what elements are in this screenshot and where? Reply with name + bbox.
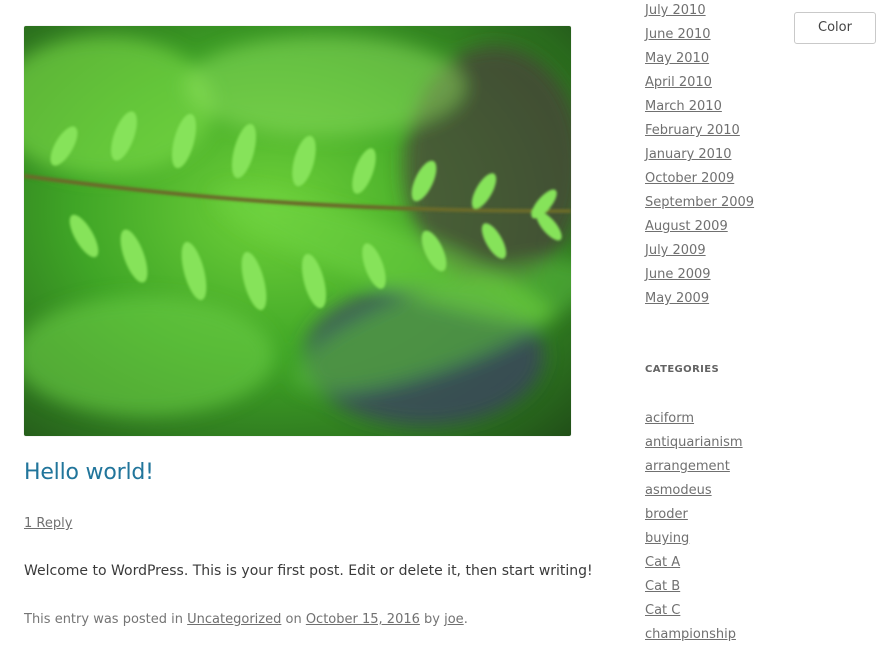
- archive-link[interactable]: July 2009: [645, 243, 706, 258]
- category-link[interactable]: asmodeus: [645, 483, 712, 498]
- entry-meta: This entry was posted in Uncategorized o…: [24, 612, 468, 627]
- archive-item: August 2009: [645, 218, 754, 242]
- post-content: Welcome to WordPress. This is your first…: [24, 563, 593, 579]
- archive-item: May 2010: [645, 50, 754, 74]
- archive-item: February 2010: [645, 122, 754, 146]
- category-link[interactable]: arrangement: [645, 459, 730, 474]
- archive-item: January 2010: [645, 146, 754, 170]
- archive-item: September 2009: [645, 194, 754, 218]
- category-item: championship: [645, 626, 743, 650]
- archive-item: March 2010: [645, 98, 754, 122]
- category-item: arrangement: [645, 458, 743, 482]
- categories-list: aciform antiquarianism arrangement asmod…: [645, 410, 743, 650]
- archive-link[interactable]: August 2009: [645, 219, 728, 234]
- category-link[interactable]: aciform: [645, 411, 694, 426]
- category-item: asmodeus: [645, 482, 743, 506]
- meta-on: on: [281, 612, 306, 627]
- color-button[interactable]: Color: [794, 12, 876, 44]
- category-link[interactable]: Cat B: [645, 579, 680, 594]
- meta-prefix: This entry was posted in: [24, 612, 188, 627]
- archive-link[interactable]: July 2010: [645, 3, 706, 18]
- category-link[interactable]: Cat A: [645, 555, 680, 570]
- archive-item: July 2009: [645, 242, 754, 266]
- category-link[interactable]: Uncategorized: [187, 612, 281, 627]
- category-item: Cat B: [645, 578, 743, 602]
- date-link[interactable]: October 15, 2016: [306, 612, 420, 627]
- category-item: aciform: [645, 410, 743, 434]
- archives-list: July 2010 June 2010 May 2010 April 2010 …: [645, 2, 754, 314]
- reply-link[interactable]: 1 Reply: [24, 516, 72, 531]
- archive-link[interactable]: March 2010: [645, 99, 722, 114]
- archive-link[interactable]: February 2010: [645, 123, 740, 138]
- archive-link[interactable]: April 2010: [645, 75, 712, 90]
- archive-item: June 2009: [645, 266, 754, 290]
- archive-link[interactable]: June 2010: [645, 27, 711, 42]
- post-featured-image[interactable]: [24, 26, 571, 436]
- category-item: broder: [645, 506, 743, 530]
- post-title[interactable]: Hello world!: [24, 460, 154, 485]
- archive-link[interactable]: January 2010: [645, 147, 732, 162]
- archive-item: October 2009: [645, 170, 754, 194]
- archive-link[interactable]: October 2009: [645, 171, 734, 186]
- meta-suffix: .: [463, 612, 468, 627]
- category-item: buying: [645, 530, 743, 554]
- category-item: antiquarianism: [645, 434, 743, 458]
- category-link[interactable]: broder: [645, 507, 688, 522]
- archive-item: May 2009: [645, 290, 754, 314]
- category-link[interactable]: antiquarianism: [645, 435, 743, 450]
- category-item: Cat A: [645, 554, 743, 578]
- category-item: Cat C: [645, 602, 743, 626]
- category-link[interactable]: championship: [645, 627, 736, 642]
- archive-item: June 2010: [645, 26, 754, 50]
- archive-link[interactable]: September 2009: [645, 195, 754, 210]
- fern-photo: [24, 26, 571, 436]
- archive-link[interactable]: May 2009: [645, 291, 709, 306]
- archive-link[interactable]: June 2009: [645, 267, 711, 282]
- category-link[interactable]: Cat C: [645, 603, 680, 618]
- categories-heading: CATEGORIES: [645, 364, 720, 375]
- archive-link[interactable]: May 2010: [645, 51, 709, 66]
- archive-item: July 2010: [645, 2, 754, 26]
- category-link[interactable]: buying: [645, 531, 689, 546]
- meta-by: by: [419, 612, 445, 627]
- author-link[interactable]: joe: [444, 612, 464, 627]
- archive-item: April 2010: [645, 74, 754, 98]
